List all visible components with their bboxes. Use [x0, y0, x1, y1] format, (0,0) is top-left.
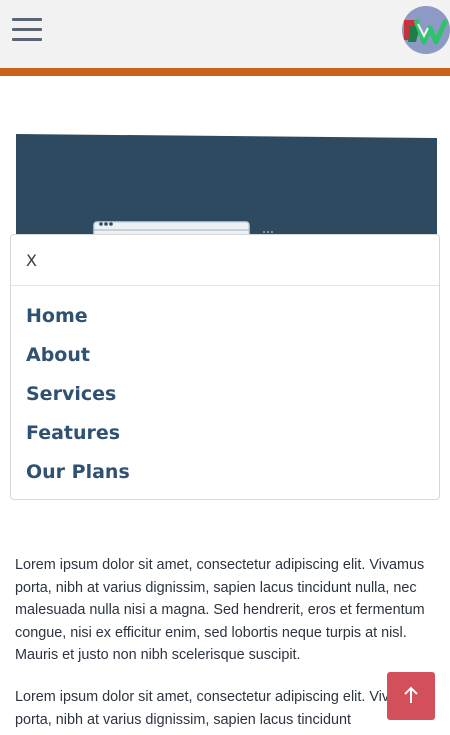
- site-header: [0, 0, 450, 68]
- nav-item-features[interactable]: Features: [26, 422, 120, 444]
- menu-divider: [11, 285, 439, 286]
- nav-item-home[interactable]: Home: [26, 305, 88, 327]
- content-paragraph: Lorem ipsum dolor sit amet, consectetur …: [15, 689, 425, 728]
- arrow-up-icon: [404, 686, 418, 703]
- mobile-nav-panel: X Home About Services Features Our Plans: [10, 234, 440, 500]
- nav-item-services[interactable]: Services: [26, 383, 116, 405]
- nav-item-about[interactable]: About: [26, 344, 90, 366]
- nav-item-our-plans[interactable]: Our Plans: [26, 461, 130, 483]
- brand-logo[interactable]: [402, 6, 450, 54]
- header-accent-bar: [0, 68, 450, 76]
- close-menu-button[interactable]: X: [26, 251, 37, 270]
- content-paragraph: Lorem ipsum dolor sit amet, consectetur …: [15, 557, 425, 663]
- back-to-top-button[interactable]: [387, 672, 435, 720]
- hamburger-icon[interactable]: [12, 14, 42, 44]
